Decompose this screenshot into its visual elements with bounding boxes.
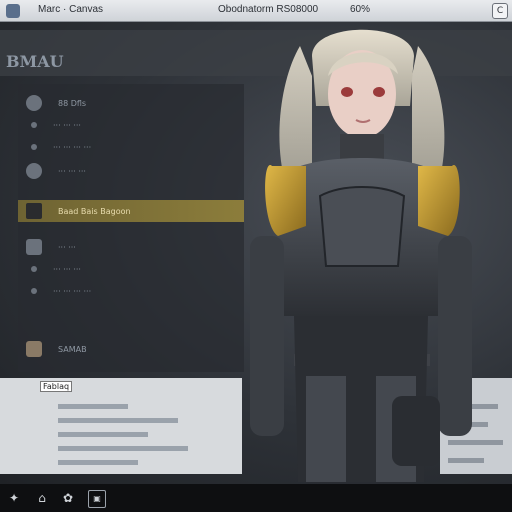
- sidebar-item-label: ··· ··· ···: [53, 120, 81, 130]
- jar-icon: [26, 341, 42, 357]
- sidebar-item-label: ··· ··· ··· ···: [53, 142, 92, 152]
- sidebar-item-3[interactable]: ··· ··· ···: [18, 160, 244, 182]
- zoom-level[interactable]: 60%: [350, 4, 370, 15]
- disk-icon[interactable]: ▣: [88, 490, 106, 508]
- taskbar: ✦ ⌂ ✿ ▣: [0, 484, 512, 512]
- app-icon[interactable]: [6, 4, 20, 18]
- circle-icon: [26, 95, 42, 111]
- panel-row[interactable]: [58, 460, 138, 465]
- box-icon: [26, 239, 42, 255]
- sidebar-item-2[interactable]: ··· ··· ··· ···: [18, 136, 244, 158]
- sidebar: 88 Dfls ··· ··· ··· ··· ··· ··· ··· ··· …: [18, 84, 244, 372]
- bottom-panel-title[interactable]: Fablaq: [40, 381, 73, 392]
- sidebar-item-7[interactable]: ··· ··· ··· ···: [18, 280, 244, 302]
- panel-row[interactable]: [58, 432, 148, 437]
- gear-icon[interactable]: ✿: [60, 490, 76, 506]
- sidebar-item-label: SAMAB: [58, 344, 87, 354]
- dot-icon: [31, 122, 37, 128]
- sidebar-item-8[interactable]: SAMAB: [18, 338, 244, 360]
- sidebar-item-1[interactable]: ··· ··· ···: [18, 114, 244, 136]
- home-icon[interactable]: ⌂: [34, 490, 50, 506]
- sidebar-item-6[interactable]: ··· ··· ···: [18, 258, 244, 280]
- window-control-button[interactable]: C: [492, 3, 508, 19]
- sidebar-item-label: 88 Dfls: [58, 98, 87, 108]
- figure-icon: [26, 203, 42, 219]
- app-title: Marc · Canvas: [38, 4, 104, 15]
- sidebar-item-label: ··· ··· ··· ···: [53, 286, 92, 296]
- sidebar-item-label: ··· ··· ···: [58, 166, 86, 176]
- sidebar-item-label: Baad Bais Bagoon: [58, 206, 131, 216]
- person-icon: [26, 163, 42, 179]
- character-artwork: [250, 29, 472, 482]
- sidebar-item-label: ··· ··· ···: [53, 264, 81, 274]
- dot-icon: [31, 144, 37, 150]
- document-title: Obodnatorm RS08000: [218, 4, 319, 15]
- sidebar-item-0[interactable]: 88 Dfls: [18, 92, 244, 114]
- panel-row[interactable]: [58, 446, 188, 451]
- panel-row[interactable]: [58, 418, 178, 423]
- dot-icon: [31, 266, 37, 272]
- person-icon[interactable]: ✦: [6, 490, 22, 506]
- sidebar-item-4[interactable]: Baad Bais Bagoon: [18, 200, 244, 222]
- panel-row[interactable]: [58, 404, 128, 409]
- sidebar-item-5[interactable]: ··· ···: [18, 236, 244, 258]
- sidebar-item-label: ··· ···: [58, 242, 76, 252]
- brand-logo: BMAU: [6, 52, 64, 71]
- dot-icon: [31, 288, 37, 294]
